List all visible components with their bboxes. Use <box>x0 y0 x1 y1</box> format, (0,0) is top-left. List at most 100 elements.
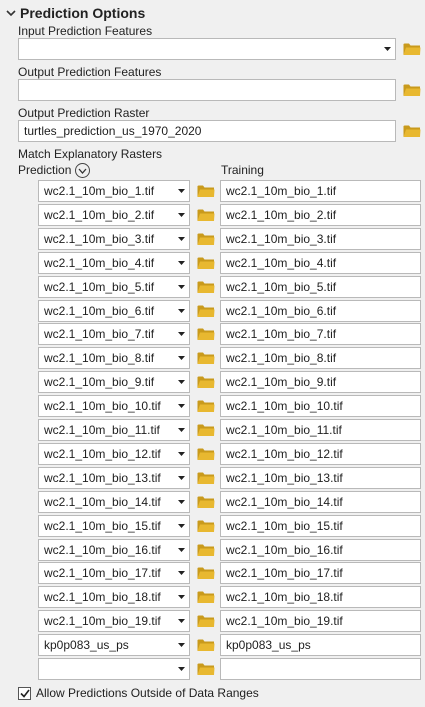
prediction-raster-combo[interactable]: wc2.1_10m_bio_6.tif <box>38 300 190 322</box>
output-features-field[interactable] <box>18 79 396 101</box>
dropdown-arrow-icon[interactable] <box>173 635 189 655</box>
prediction-raster-combo[interactable]: wc2.1_10m_bio_19.tif <box>38 610 190 632</box>
input-features-combo[interactable] <box>18 38 396 60</box>
training-raster-field[interactable]: wc2.1_10m_bio_18.tif <box>220 586 421 608</box>
folder-icon[interactable] <box>197 208 215 222</box>
folder-icon[interactable] <box>197 423 215 437</box>
training-raster-field[interactable] <box>220 658 421 680</box>
prediction-raster-combo[interactable]: wc2.1_10m_bio_10.tif <box>38 395 190 417</box>
match-rasters-label: Match Explanatory Rasters <box>18 147 163 161</box>
prediction-raster-combo[interactable]: wc2.1_10m_bio_2.tif <box>38 204 190 226</box>
output-raster-field[interactable]: turtles_prediction_us_1970_2020 <box>18 120 396 142</box>
prediction-raster-combo[interactable]: wc2.1_10m_bio_18.tif <box>38 586 190 608</box>
prediction-raster-combo[interactable]: wc2.1_10m_bio_14.tif <box>38 491 190 513</box>
dropdown-arrow-icon[interactable] <box>173 301 189 321</box>
training-raster-field[interactable]: wc2.1_10m_bio_15.tif <box>220 515 421 537</box>
folder-icon[interactable] <box>197 614 215 628</box>
training-raster-field[interactable]: wc2.1_10m_bio_12.tif <box>220 443 421 465</box>
folder-icon[interactable] <box>197 375 215 389</box>
dropdown-arrow-icon[interactable] <box>173 516 189 536</box>
dropdown-arrow-icon[interactable] <box>173 563 189 583</box>
folder-icon[interactable] <box>197 495 215 509</box>
prediction-raster-combo[interactable]: wc2.1_10m_bio_5.tif <box>38 276 190 298</box>
training-raster-field[interactable]: wc2.1_10m_bio_11.tif <box>220 419 421 441</box>
training-raster-field[interactable]: wc2.1_10m_bio_19.tif <box>220 610 421 632</box>
folder-icon[interactable] <box>197 256 215 270</box>
prediction-raster-combo[interactable]: wc2.1_10m_bio_15.tif <box>38 515 190 537</box>
folder-icon[interactable] <box>197 399 215 413</box>
folder-icon[interactable] <box>197 327 215 341</box>
dropdown-arrow-icon[interactable] <box>173 229 189 249</box>
training-raster-field[interactable]: wc2.1_10m_bio_8.tif <box>220 347 421 369</box>
allow-outside-option[interactable]: Allow Predictions Outside of Data Ranges <box>18 686 259 700</box>
folder-icon[interactable] <box>197 590 215 604</box>
training-raster-field[interactable]: wc2.1_10m_bio_10.tif <box>220 395 421 417</box>
dropdown-arrow-icon[interactable] <box>173 444 189 464</box>
prediction-raster-combo[interactable]: wc2.1_10m_bio_9.tif <box>38 371 190 393</box>
dropdown-arrow-icon[interactable] <box>173 468 189 488</box>
folder-icon[interactable] <box>197 519 215 533</box>
folder-icon[interactable] <box>403 83 421 97</box>
training-raster-field[interactable]: wc2.1_10m_bio_6.tif <box>220 300 421 322</box>
section-header[interactable]: Prediction Options <box>4 3 145 23</box>
folder-icon[interactable] <box>197 662 215 676</box>
training-raster-field[interactable]: wc2.1_10m_bio_9.tif <box>220 371 421 393</box>
folder-icon[interactable] <box>403 42 421 56</box>
training-raster-field[interactable]: wc2.1_10m_bio_13.tif <box>220 467 421 489</box>
dropdown-arrow-icon[interactable] <box>173 611 189 631</box>
prediction-raster-value: wc2.1_10m_bio_1.tif <box>44 184 155 198</box>
dropdown-arrow-icon[interactable] <box>173 372 189 392</box>
folder-icon[interactable] <box>197 280 215 294</box>
folder-icon[interactable] <box>197 471 215 485</box>
folder-icon[interactable] <box>197 232 215 246</box>
folder-icon[interactable] <box>197 351 215 365</box>
prediction-raster-combo[interactable]: wc2.1_10m_bio_16.tif <box>38 539 190 561</box>
prediction-raster-combo[interactable]: wc2.1_10m_bio_7.tif <box>38 323 190 345</box>
folder-icon[interactable] <box>197 304 215 318</box>
prediction-raster-combo[interactable]: wc2.1_10m_bio_1.tif <box>38 180 190 202</box>
prediction-raster-combo[interactable]: wc2.1_10m_bio_4.tif <box>38 252 190 274</box>
training-raster-field[interactable]: wc2.1_10m_bio_5.tif <box>220 276 421 298</box>
prediction-raster-combo[interactable]: wc2.1_10m_bio_17.tif <box>38 562 190 584</box>
training-raster-field[interactable]: kp0p083_us_ps <box>220 634 421 656</box>
dropdown-arrow-icon[interactable] <box>173 324 189 344</box>
folder-icon[interactable] <box>197 638 215 652</box>
dropdown-arrow-icon[interactable] <box>173 420 189 440</box>
training-raster-field[interactable]: wc2.1_10m_bio_17.tif <box>220 562 421 584</box>
prediction-raster-combo[interactable]: wc2.1_10m_bio_13.tif <box>38 467 190 489</box>
folder-icon[interactable] <box>197 184 215 198</box>
training-raster-field[interactable]: wc2.1_10m_bio_1.tif <box>220 180 421 202</box>
training-raster-field[interactable]: wc2.1_10m_bio_4.tif <box>220 252 421 274</box>
dropdown-arrow-icon[interactable] <box>173 205 189 225</box>
dropdown-arrow-icon[interactable] <box>379 39 395 59</box>
folder-icon[interactable] <box>403 124 421 138</box>
dropdown-arrow-icon[interactable] <box>173 181 189 201</box>
training-raster-field[interactable]: wc2.1_10m_bio_3.tif <box>220 228 421 250</box>
prediction-raster-combo[interactable]: wc2.1_10m_bio_11.tif <box>38 419 190 441</box>
training-raster-field[interactable]: wc2.1_10m_bio_2.tif <box>220 204 421 226</box>
prediction-raster-combo[interactable]: wc2.1_10m_bio_12.tif <box>38 443 190 465</box>
folder-icon[interactable] <box>197 566 215 580</box>
dropdown-arrow-icon[interactable] <box>173 277 189 297</box>
prediction-raster-combo[interactable]: kp0p083_us_ps <box>38 634 190 656</box>
dropdown-arrow-icon[interactable] <box>173 253 189 273</box>
circle-chevron-down-icon[interactable] <box>75 163 91 179</box>
dropdown-arrow-icon[interactable] <box>173 659 189 679</box>
training-raster-field[interactable]: wc2.1_10m_bio_14.tif <box>220 491 421 513</box>
training-raster-field[interactable]: wc2.1_10m_bio_7.tif <box>220 323 421 345</box>
prediction-raster-value: wc2.1_10m_bio_15.tif <box>44 519 161 533</box>
dropdown-arrow-icon[interactable] <box>173 492 189 512</box>
prediction-raster-combo[interactable]: wc2.1_10m_bio_3.tif <box>38 228 190 250</box>
chevron-down-icon[interactable] <box>4 6 18 20</box>
section-title: Prediction Options <box>20 5 146 21</box>
dropdown-arrow-icon[interactable] <box>173 348 189 368</box>
training-raster-field[interactable]: wc2.1_10m_bio_16.tif <box>220 539 421 561</box>
folder-icon[interactable] <box>197 543 215 557</box>
allow-outside-checkbox[interactable] <box>18 686 31 700</box>
dropdown-arrow-icon[interactable] <box>173 540 189 560</box>
prediction-raster-combo[interactable] <box>38 658 190 680</box>
folder-icon[interactable] <box>197 447 215 461</box>
dropdown-arrow-icon[interactable] <box>173 587 189 607</box>
prediction-raster-combo[interactable]: wc2.1_10m_bio_8.tif <box>38 347 190 369</box>
dropdown-arrow-icon[interactable] <box>173 396 189 416</box>
